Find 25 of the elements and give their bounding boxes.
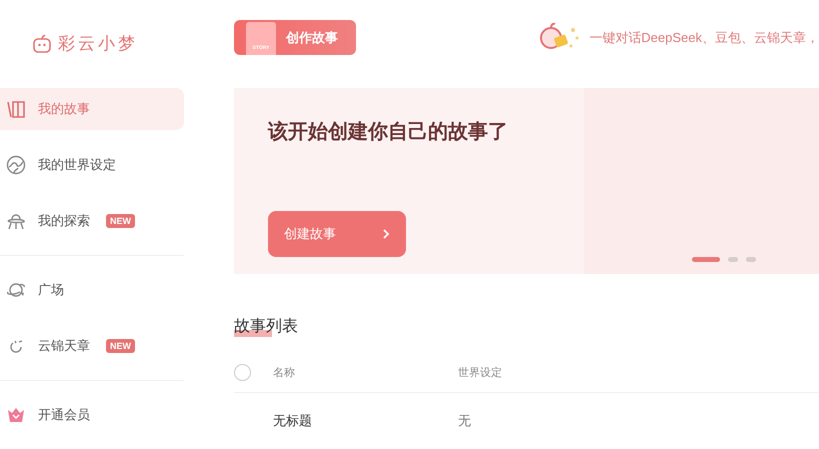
sidebar-label: 我的故事 bbox=[38, 100, 90, 118]
sidebar-item[interactable]: 开通会员 bbox=[0, 394, 184, 436]
chevron-right-icon bbox=[382, 228, 390, 240]
sidebar-label: 我的探索 bbox=[38, 212, 90, 230]
globe-icon bbox=[6, 155, 26, 175]
books-icon bbox=[6, 99, 26, 119]
sidebar-label: 云锦天章 bbox=[38, 337, 90, 355]
logo-icon bbox=[32, 34, 52, 54]
table-cell-text: 无标题 bbox=[273, 412, 313, 430]
sidebar-label: 广场 bbox=[38, 281, 64, 299]
sidebar-label: 我的世界设定 bbox=[38, 156, 116, 174]
column-header: 世界设定 bbox=[458, 366, 503, 380]
table-cell-text: 无 bbox=[458, 412, 472, 430]
banner-title: 该开始创建你自己的故事了 bbox=[268, 120, 509, 145]
sidebar-item[interactable]: 我的探索 NEW bbox=[0, 200, 184, 242]
list-title: 故事列表 bbox=[234, 316, 298, 337]
sidebar-item[interactable]: 云锦天章 NEW bbox=[0, 325, 184, 367]
select-all-checkbox[interactable] bbox=[234, 364, 251, 381]
new-badge: NEW bbox=[106, 214, 135, 228]
sidebar-item[interactable]: 广场 bbox=[0, 269, 184, 311]
column-header: 名称 bbox=[273, 366, 296, 380]
sidebar-label: 开通会员 bbox=[38, 406, 90, 424]
app-logo: 彩云小梦 bbox=[58, 33, 138, 56]
sidebar-item[interactable]: 我的世界设定 bbox=[0, 144, 184, 186]
new-badge: NEW bbox=[106, 339, 135, 353]
